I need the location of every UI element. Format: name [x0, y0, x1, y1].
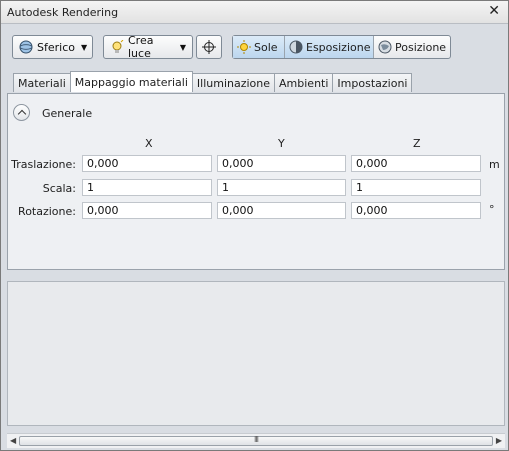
crosshair-icon — [202, 40, 216, 54]
scale-x-field[interactable] — [82, 179, 212, 196]
scale-label: Scala: — [42, 182, 76, 195]
section-title: Generale — [42, 107, 93, 120]
exposure-label: Esposizione — [306, 40, 371, 54]
tab-material-mapping[interactable]: Mappaggio materiali — [69, 71, 193, 92]
tab-settings[interactable]: Impostazioni — [332, 73, 413, 92]
panel-splitter[interactable] — [7, 271, 505, 281]
rotation-z-field[interactable] — [351, 202, 481, 219]
scale-y-field[interactable] — [217, 179, 346, 196]
grip-icon: III — [253, 435, 259, 444]
title-bar[interactable]: Autodesk Rendering ✕ — [1, 1, 508, 24]
rotation-x-field[interactable] — [82, 202, 212, 219]
scroll-right-icon[interactable]: ▶ — [496, 436, 502, 445]
translation-z-field[interactable] — [351, 155, 481, 172]
sun-button[interactable]: Sole — [233, 36, 285, 58]
rotation-unit: ° — [489, 203, 495, 216]
translation-unit: m — [489, 158, 500, 171]
rotation-y-field[interactable] — [217, 202, 346, 219]
light-target-button[interactable] — [196, 35, 222, 59]
tab-environments[interactable]: Ambienti — [274, 73, 334, 92]
collapse-section-button[interactable] — [13, 104, 30, 121]
spherical-mapping-button[interactable]: Sferico ▼ — [12, 35, 93, 59]
location-button[interactable]: Posizione — [374, 36, 450, 58]
tab-bar: Materiali Mappaggio materiali Illuminazi… — [13, 71, 413, 93]
create-light-label: Crea luce — [128, 34, 154, 60]
exposure-icon — [289, 40, 303, 54]
window-title: Autodesk Rendering — [7, 6, 119, 19]
lower-panel — [7, 281, 505, 426]
tab-lighting[interactable]: Illuminazione — [191, 73, 276, 92]
column-header-x: X — [145, 137, 153, 150]
column-header-z: Z — [413, 137, 421, 150]
sun-exposure-group: Sole Esposizione Posizione — [232, 35, 451, 59]
rotation-label: Rotazione: — [18, 205, 76, 218]
horizontal-scrollbar[interactable]: ◀ III ▶ — [7, 433, 505, 448]
sun-label: Sole — [254, 40, 278, 54]
spherical-label: Sferico — [37, 40, 75, 54]
light-bulb-icon — [110, 39, 124, 54]
create-light-button[interactable]: Crea luce ▼ — [103, 34, 193, 60]
translation-label: Traslazione: — [11, 158, 76, 171]
chevron-down-icon: ▼ — [80, 42, 88, 52]
scroll-left-icon[interactable]: ◀ — [10, 436, 16, 445]
sphere-icon — [19, 40, 33, 54]
exposure-button[interactable]: Esposizione — [285, 36, 374, 58]
column-header-y: Y — [278, 137, 285, 150]
toolbar: Sferico ▼ Crea luce ▼ Sole Esposizione P… — [1, 24, 508, 70]
scroll-thumb[interactable]: III — [19, 435, 493, 446]
location-label: Posizione — [395, 40, 447, 54]
sun-icon — [237, 40, 251, 54]
scale-z-field[interactable] — [351, 179, 481, 196]
close-icon[interactable]: ✕ — [488, 3, 500, 19]
rendering-window: Autodesk Rendering ✕ Sferico ▼ Crea luce… — [0, 0, 509, 451]
translation-x-field[interactable] — [82, 155, 212, 172]
globe-icon — [378, 40, 392, 54]
tab-materials[interactable]: Materiali — [13, 73, 71, 92]
chevron-down-icon: ▼ — [179, 42, 186, 52]
translation-y-field[interactable] — [217, 155, 346, 172]
